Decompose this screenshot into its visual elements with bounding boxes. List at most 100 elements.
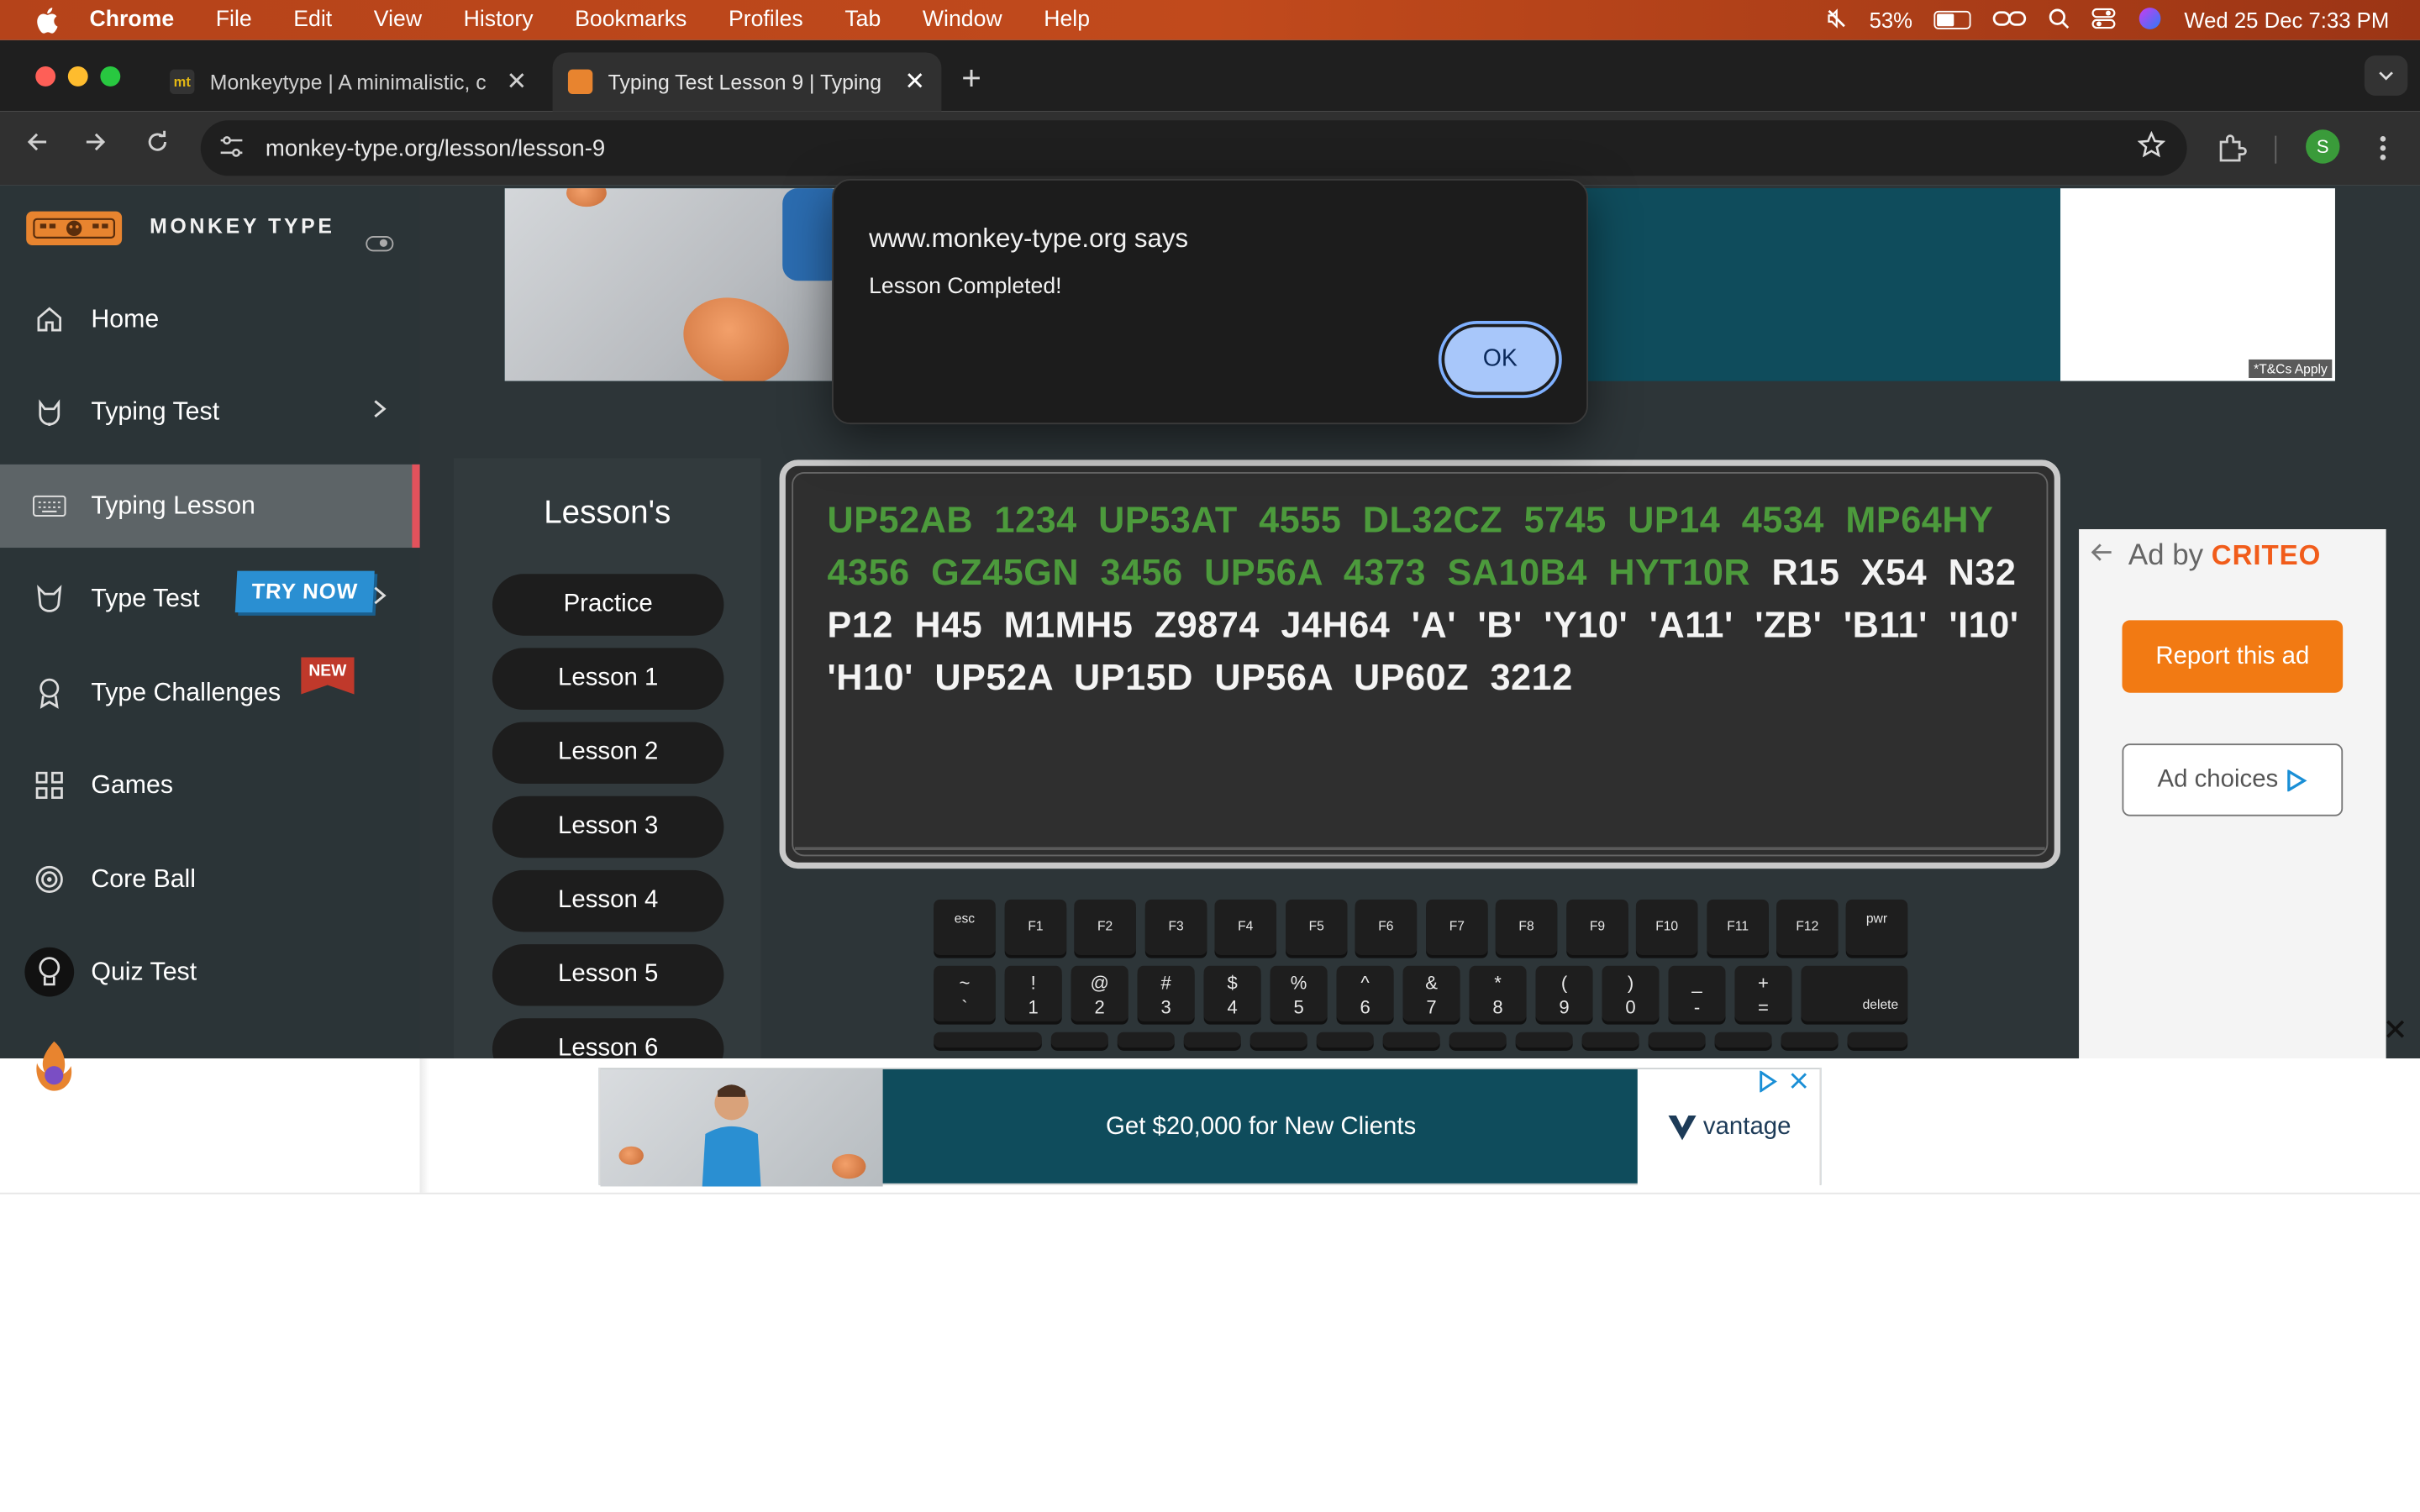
key-esc: esc bbox=[934, 899, 996, 955]
reload-button[interactable] bbox=[139, 129, 176, 162]
key-backslash bbox=[1847, 1032, 1908, 1048]
page-blank-area bbox=[0, 1192, 2420, 1512]
battery-fill bbox=[1937, 13, 1954, 27]
dialog-title: www.monkey-type.org says bbox=[869, 223, 1189, 254]
menu-edit[interactable]: Edit bbox=[293, 8, 332, 32]
extensions-icon[interactable] bbox=[2217, 133, 2248, 171]
sidebar-item-core-ball[interactable]: Core Ball bbox=[0, 837, 420, 921]
theme-toggle-icon[interactable] bbox=[366, 236, 394, 252]
menu-app-name[interactable]: Chrome bbox=[90, 8, 175, 32]
cat-face-icon bbox=[33, 581, 66, 615]
screen: Chrome File Edit View History Bookmarks … bbox=[0, 0, 2420, 1512]
try-now-badge[interactable]: TRY NOW bbox=[234, 570, 375, 613]
battery-icon[interactable] bbox=[1933, 10, 1971, 29]
sidebar-item-typing-lesson[interactable]: Typing Lesson bbox=[0, 464, 420, 549]
sidebar-item-label: Type Test bbox=[91, 584, 200, 612]
chevron-right-icon[interactable] bbox=[372, 397, 387, 427]
macos-menubar: Chrome File Edit View History Bookmarks … bbox=[0, 0, 2420, 40]
key-f8: F8 bbox=[1495, 899, 1558, 955]
sidebar: MONKEY TYPE Home Typing Test Typing Less… bbox=[0, 185, 420, 1058]
link-icon[interactable] bbox=[1993, 7, 2027, 33]
lesson-2-button[interactable]: Lesson 2 bbox=[492, 722, 724, 785]
ad-by-text: Ad by bbox=[2128, 539, 2204, 573]
close-window-button[interactable] bbox=[35, 66, 56, 87]
sidebar-item-quiz-test[interactable]: Quiz Test bbox=[0, 931, 420, 1014]
menu-file[interactable]: File bbox=[216, 8, 252, 32]
battery-percent: 53% bbox=[1869, 8, 1913, 33]
key-y bbox=[1382, 1032, 1440, 1048]
back-button[interactable] bbox=[18, 129, 55, 162]
menu-view[interactable]: View bbox=[374, 8, 422, 32]
typing-area[interactable]: UP52AB 1234 UP53AT 4555 DL32CZ 5745 UP14… bbox=[779, 459, 2061, 869]
cat-icon bbox=[33, 395, 66, 428]
home-icon bbox=[33, 302, 66, 336]
key-5: % 5 bbox=[1270, 965, 1328, 1021]
tab-typing-lesson[interactable]: Typing Test Lesson 9 | Typing ✕ bbox=[552, 52, 942, 112]
kebab-menu-icon[interactable] bbox=[2374, 133, 2392, 171]
menu-help[interactable]: Help bbox=[1044, 8, 1090, 32]
tab-close-icon[interactable]: ✕ bbox=[904, 66, 925, 97]
tab-title: Monkeytype | A minimalistic, c bbox=[209, 70, 487, 94]
search-icon[interactable] bbox=[2049, 7, 2070, 33]
lesson-6-button[interactable]: Lesson 6 bbox=[492, 1018, 724, 1058]
key-minus: _ - bbox=[1668, 965, 1726, 1021]
lesson-1-button[interactable]: Lesson 1 bbox=[492, 648, 724, 710]
sidebar-item-home[interactable]: Home bbox=[0, 278, 420, 361]
menu-window[interactable]: Window bbox=[923, 8, 1002, 32]
url-text[interactable]: monkey-type.org/lesson/lesson-9 bbox=[266, 135, 605, 161]
lessons-title: Lesson's bbox=[544, 495, 671, 531]
menu-tab[interactable]: Tab bbox=[844, 8, 881, 32]
key-f9: F9 bbox=[1566, 899, 1628, 955]
apple-icon[interactable] bbox=[34, 6, 61, 34]
key-f12: F12 bbox=[1776, 899, 1839, 955]
sidebar-item-type-test[interactable]: Type Test TRY NOW bbox=[0, 557, 420, 640]
sidebar-item-typing-test[interactable]: Typing Test bbox=[0, 370, 420, 454]
arrow-left-icon[interactable] bbox=[2091, 542, 2113, 568]
menu-history[interactable]: History bbox=[464, 8, 534, 32]
ad-headline: Get $20,000 for New Clients bbox=[1106, 1114, 1417, 1141]
sidebar-item-type-challenges[interactable]: Type Challenges NEW bbox=[0, 651, 420, 734]
ad-info-icons[interactable] bbox=[1758, 1069, 1810, 1097]
close-icon[interactable] bbox=[2386, 1018, 2405, 1044]
forward-button[interactable] bbox=[77, 129, 114, 162]
coin-image bbox=[566, 188, 607, 207]
brand-name[interactable]: MONKEY TYPE bbox=[150, 214, 334, 238]
ad-choices-button[interactable]: Ad choices bbox=[2122, 743, 2344, 816]
menu-bookmarks[interactable]: Bookmarks bbox=[575, 8, 687, 32]
lesson-4-button[interactable]: Lesson 4 bbox=[492, 869, 724, 932]
mute-icon[interactable] bbox=[1826, 7, 1848, 33]
chevron-right-icon[interactable] bbox=[372, 584, 387, 613]
coin-image bbox=[832, 1153, 866, 1179]
criteo-logo: CRITEO bbox=[2211, 539, 2322, 571]
rocket-icon[interactable] bbox=[31, 1038, 77, 1094]
tab-monkeytype[interactable]: mt Monkeytype | A minimalistic, c ✕ bbox=[155, 52, 550, 111]
tab-search-button[interactable] bbox=[2364, 55, 2408, 96]
new-tab-button[interactable]: + bbox=[961, 59, 981, 99]
siri-icon[interactable] bbox=[2138, 5, 2162, 34]
bottom-divider bbox=[419, 1058, 429, 1193]
tab-close-icon[interactable]: ✕ bbox=[506, 66, 527, 97]
key-bracket-left bbox=[1714, 1032, 1772, 1048]
monkeytype-favicon: mt bbox=[170, 69, 195, 95]
lesson-practice-button[interactable]: Practice bbox=[492, 574, 724, 636]
bookmark-star-icon[interactable] bbox=[2137, 129, 2166, 165]
zoom-window-button[interactable] bbox=[100, 66, 121, 87]
profile-avatar[interactable]: S bbox=[2306, 129, 2340, 164]
lesson-5-button[interactable]: Lesson 5 bbox=[492, 944, 724, 1006]
menu-profiles[interactable]: Profiles bbox=[729, 8, 803, 32]
ok-button[interactable]: OK bbox=[1444, 327, 1556, 392]
address-bar[interactable]: monkey-type.org/lesson/lesson-9 bbox=[200, 120, 2187, 176]
key-3: #3 bbox=[1137, 965, 1195, 1021]
lesson-3-button[interactable]: Lesson 3 bbox=[492, 795, 724, 858]
alert-dialog: www.monkey-type.org says Lesson Complete… bbox=[832, 179, 1588, 425]
bottom-ad-banner[interactable]: Get $20,000 for New Clients vantage bbox=[598, 1068, 1822, 1187]
monkey-logo-icon[interactable] bbox=[26, 211, 123, 246]
chrome-tabstrip: mt Monkeytype | A minimalistic, c ✕ Typi… bbox=[0, 39, 2420, 112]
report-ad-button[interactable]: Report this ad bbox=[2122, 620, 2344, 693]
sidebar-item-label: Type Challenges bbox=[91, 678, 281, 706]
clock[interactable]: Wed 25 Dec 7:33 PM bbox=[2184, 8, 2389, 32]
sidebar-item-games[interactable]: Games bbox=[0, 743, 420, 827]
minimize-window-button[interactable] bbox=[67, 66, 88, 87]
site-settings-icon[interactable] bbox=[219, 135, 247, 161]
control-center-icon[interactable] bbox=[2091, 7, 2116, 33]
